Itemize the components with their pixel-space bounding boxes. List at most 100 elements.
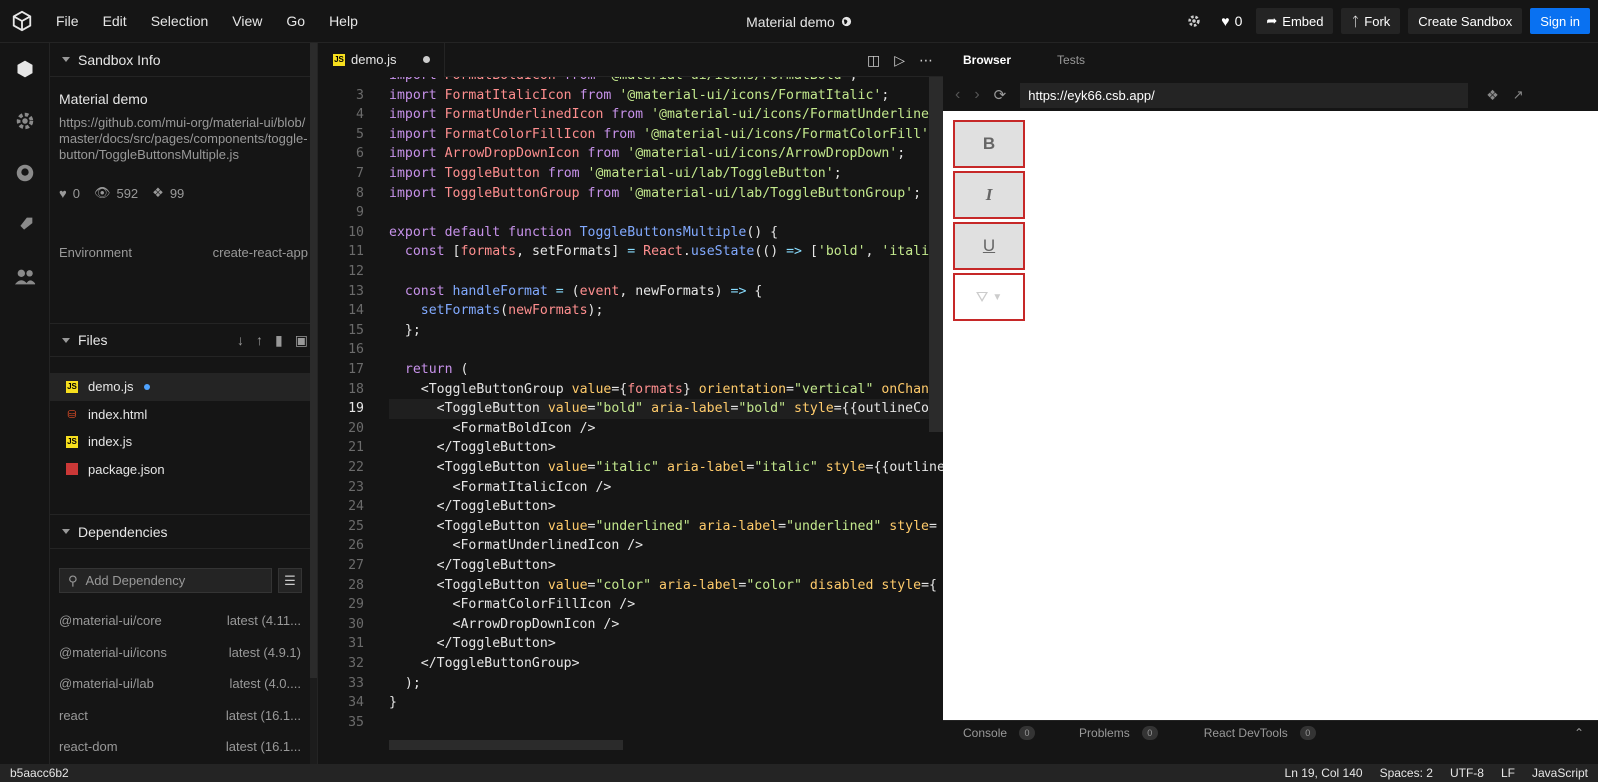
encoding[interactable]: UTF-8 [1450, 766, 1484, 780]
file-package-json[interactable]: n package.json [50, 456, 310, 484]
tab-tests[interactable]: Tests [1057, 53, 1085, 67]
responsive-icon[interactable]: ❖ [1486, 87, 1499, 104]
editor-vertical-scrollbar[interactable] [929, 77, 943, 432]
file-toolbar: ↓ ↑ ▮ ▣ [237, 332, 317, 349]
code-line: 35 [319, 713, 943, 733]
toggle-underline-button[interactable]: U [953, 222, 1025, 270]
sign-in-button[interactable]: Sign in [1530, 8, 1590, 34]
deploy-rocket-icon[interactable] [0, 199, 50, 251]
code-line: 27 </ToggleButton> [319, 556, 943, 576]
split-view-icon[interactable]: ◫ [867, 52, 880, 69]
github-icon[interactable] [0, 147, 50, 199]
toggle-italic-button[interactable]: I [953, 171, 1025, 219]
dependency-version: latest (16.1... [225, 707, 301, 723]
unsaved-dot-icon[interactable] [422, 56, 430, 63]
environment-row: Environment create-react-app [50, 245, 317, 260]
line-number: 9 [356, 205, 364, 221]
environment-value: create-react-app [212, 245, 308, 260]
problems-badge: 0 [1141, 725, 1158, 740]
sandbox-title-text: Material demo [746, 13, 835, 30]
url-input[interactable]: https://eyk66.csb.app/ [1020, 82, 1469, 108]
tab-demo-js[interactable]: JS demo.js [319, 42, 445, 77]
file-index-js[interactable]: JS index.js [50, 428, 310, 456]
indentation[interactable]: Spaces: 2 [1380, 766, 1433, 780]
live-users-icon[interactable] [0, 251, 50, 303]
line-number: 4 [356, 107, 364, 123]
sandbox-stats: ♥ 0 👁 592 ❖ 99 [59, 185, 308, 201]
js-file-icon: JS [66, 435, 78, 448]
tab-console[interactable]: Console 0 [963, 725, 1036, 740]
back-icon[interactable]: ‹ [955, 86, 960, 104]
file-demo-js[interactable]: JS demo.js [50, 373, 310, 401]
dependencies-header[interactable]: Dependencies [50, 515, 317, 549]
search-icon: ⚲ [68, 572, 78, 588]
dependency-list-button[interactable]: ☰ [278, 568, 302, 593]
line-number: 23 [348, 479, 364, 495]
more-icon[interactable]: ⋯ [919, 52, 933, 69]
dependency-row[interactable]: react latest (16.1... [50, 700, 310, 732]
line-number: 33 [348, 675, 364, 691]
tab-browser[interactable]: Browser [963, 53, 1011, 67]
menu-edit[interactable]: Edit [91, 0, 139, 43]
top-bar: File Edit Selection View Go Help Materia… [0, 0, 1598, 43]
download-icon[interactable]: ↓ [237, 332, 244, 349]
views-count: 592 [116, 185, 139, 201]
codesandbox-logo-icon[interactable] [0, 0, 44, 43]
expand-panel-icon[interactable]: ⌃ [1574, 726, 1584, 740]
menu-view[interactable]: View [220, 0, 274, 43]
cursor-position[interactable]: Ln 19, Col 140 [1285, 766, 1363, 780]
settings-gear-icon[interactable] [0, 95, 50, 147]
files-title: Files [78, 332, 108, 348]
code-line: 17 return ( [319, 360, 943, 380]
dependency-name: @material-ui/core [59, 613, 162, 629]
fork-icon: ❖ [152, 185, 164, 200]
file-index-html[interactable]: ⛁ index.html [50, 401, 310, 429]
preview-icon[interactable]: ▷ [894, 52, 905, 69]
code-line: 11 const [formats, setFormats] = React.u… [319, 242, 943, 262]
code-line: 20 <FormatBoldIcon /> [319, 419, 943, 439]
new-file-icon[interactable]: ▮ [275, 332, 283, 349]
embed-button[interactable]: ➦ Embed [1256, 8, 1334, 34]
open-new-window-icon[interactable]: ↗ [1513, 87, 1524, 103]
like-button[interactable]: ♥ 0 [1215, 8, 1248, 34]
menu-file[interactable]: File [44, 0, 91, 43]
sandbox-info-icon[interactable] [0, 43, 50, 95]
line-number: 35 [348, 714, 364, 730]
toggle-bold-button[interactable]: B [953, 120, 1025, 168]
tab-problems[interactable]: Problems 0 [1079, 725, 1158, 740]
line-number: 19 [348, 401, 364, 417]
line-ending[interactable]: LF [1501, 766, 1515, 780]
file-tree: JS demo.js ⛁ index.html JS index.js n pa… [50, 373, 310, 483]
js-file-icon: JS [66, 380, 78, 393]
sidebar-scrollbar[interactable] [310, 43, 317, 764]
dependency-row[interactable]: @material-ui/core latest (4.11... [50, 605, 310, 637]
file-name: index.html [88, 406, 148, 422]
menu-help[interactable]: Help [317, 0, 370, 43]
sidebar-scroll-thumb[interactable] [310, 43, 317, 678]
source-url[interactable]: https://github.com/mui-org/material-ui/b… [59, 115, 314, 163]
new-folder-icon[interactable]: ▣ [295, 332, 308, 349]
refresh-icon[interactable]: ⟳ [994, 86, 1007, 104]
commit-hash[interactable]: b5aacc6b2 [0, 766, 69, 780]
dependency-row[interactable]: @material-ui/lab latest (4.0.... [50, 668, 310, 700]
dependency-row[interactable]: @material-ui/icons latest (4.9.1) [50, 637, 310, 669]
menu-go[interactable]: Go [274, 0, 317, 43]
files-section: Files ↓ ↑ ▮ ▣ [50, 323, 317, 357]
files-header[interactable]: Files ↓ ↑ ▮ ▣ [50, 323, 317, 357]
sandbox-info-header[interactable]: Sandbox Info [50, 43, 317, 77]
create-sandbox-button[interactable]: Create Sandbox [1408, 8, 1523, 34]
editor-horizontal-scrollbar[interactable] [389, 740, 623, 750]
chevron-down-icon [62, 57, 70, 62]
language-mode[interactable]: JavaScript [1532, 766, 1588, 780]
upload-icon[interactable]: ↑ [256, 332, 263, 349]
settings-button[interactable] [1181, 8, 1207, 34]
menu-selection[interactable]: Selection [139, 0, 221, 43]
dependency-search-row: ⚲ Add Dependency ☰ [59, 568, 302, 593]
code-area[interactable]: import FormatBoldIcon from '@material-ui… [319, 77, 943, 764]
tab-react-devtools[interactable]: React DevTools 0 [1204, 725, 1316, 740]
add-dependency-input[interactable]: ⚲ Add Dependency [59, 568, 272, 593]
menu-bar: File Edit Selection View Go Help [44, 0, 370, 43]
dependency-row[interactable]: react-dom latest (16.1... [50, 731, 310, 763]
forward-icon[interactable]: › [974, 86, 979, 104]
fork-button[interactable]: ᛏ Fork [1341, 8, 1401, 34]
